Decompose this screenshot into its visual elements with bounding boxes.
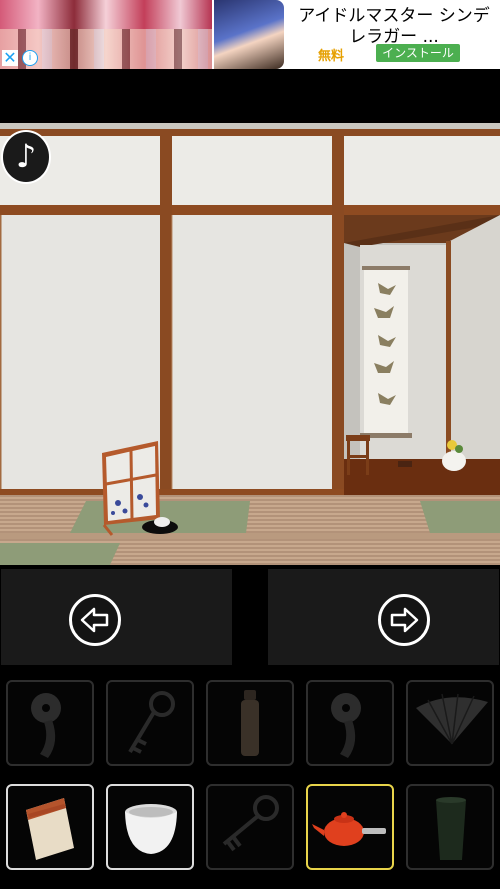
music-toggle-button[interactable]: ♪ (1, 130, 51, 184)
folding-fan-icon (416, 693, 488, 745)
stand-leg (366, 441, 369, 475)
stand-rail (350, 455, 366, 458)
inventory-slot-key[interactable] (106, 680, 194, 766)
ad-info-icon[interactable]: i (22, 50, 38, 66)
nav-right-panel[interactable] (268, 569, 499, 665)
alcove-pillar (446, 241, 451, 463)
arrow-left-icon[interactable] (69, 594, 121, 646)
inventory-slot-key[interactable] (206, 784, 294, 870)
nav-left-panel[interactable] (1, 569, 232, 665)
key-icon (222, 795, 279, 852)
inventory-slot-teapot[interactable] (306, 784, 394, 870)
ad-close-icon[interactable]: ✕ (2, 50, 18, 66)
key-icon (128, 691, 175, 754)
floor-box[interactable] (398, 461, 412, 467)
top-beam (0, 129, 500, 136)
inventory-slot-teacup[interactable] (106, 784, 194, 870)
bottle-icon (241, 690, 259, 756)
vase[interactable] (442, 451, 466, 471)
wooden-stand-top[interactable] (346, 435, 370, 441)
flower-leaf (455, 445, 463, 453)
ad-banner[interactable]: ✕ i アイドルマスター シンデレラガー ... 無料 インストール (0, 0, 500, 69)
tatami-green-mat (0, 543, 120, 565)
tray-bowl[interactable] (154, 517, 170, 527)
room-scene[interactable] (0, 123, 500, 565)
inventory-slot-round-key[interactable] (306, 680, 394, 766)
ad-install-button[interactable]: インストール (376, 44, 460, 62)
baseboard (0, 489, 344, 495)
matchbox-icon (26, 798, 74, 860)
stand-leg (347, 441, 350, 475)
round-key-icon (31, 693, 61, 758)
cup-icon (436, 797, 466, 860)
transom-panels (0, 131, 500, 211)
scroll-rod-top (362, 266, 410, 270)
pillar-left (160, 129, 172, 495)
inventory-slot-bottle[interactable] (206, 680, 294, 766)
ad-app-icon[interactable] (214, 0, 284, 69)
inventory-slot-matchbox[interactable] (6, 784, 94, 870)
tatami-border (0, 533, 500, 539)
ad-title[interactable]: アイドルマスター シンデレラガー ... (292, 6, 496, 48)
arrow-right-icon[interactable] (378, 594, 430, 646)
ad-price-label: 無料 (318, 49, 345, 64)
inventory-slot-round-key[interactable] (6, 680, 94, 766)
inventory-slot-cup[interactable] (406, 784, 494, 870)
room-illustration (0, 123, 500, 565)
round-key-icon (331, 693, 361, 758)
teapot-icon (312, 812, 386, 846)
pillar-right (332, 129, 344, 495)
teacup-icon (125, 804, 177, 854)
inventory-slot-folding-fan[interactable] (406, 680, 494, 766)
tatami-green-mat (420, 501, 500, 533)
lintel-beam (0, 205, 500, 215)
